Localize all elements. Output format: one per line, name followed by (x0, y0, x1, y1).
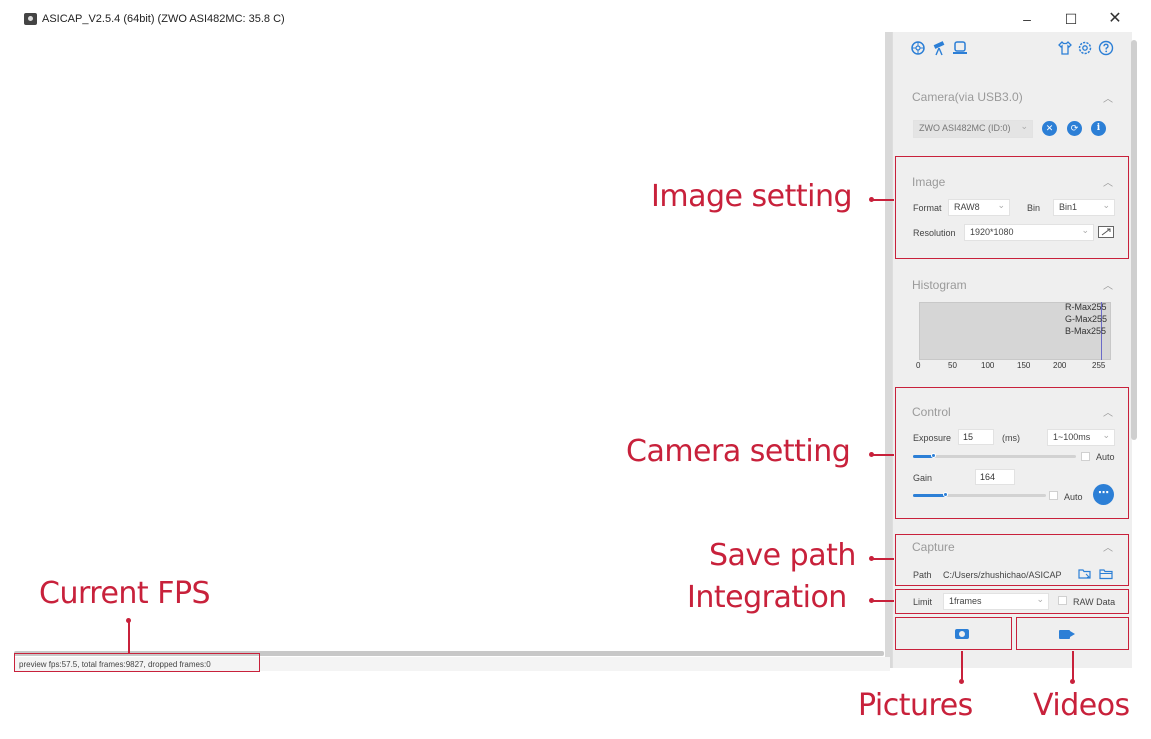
pictures-callout: Pictures (858, 688, 973, 723)
camera-setting-callout: Camera setting (626, 434, 851, 469)
title-bar: ASICAP_V2.5.4 (64bit) (ZWO ASI482MC: 35.… (0, 0, 1151, 36)
monitor-icon[interactable] (952, 40, 968, 56)
integration-highlight (895, 589, 1129, 614)
videos-highlight (1016, 617, 1129, 650)
callout-line (872, 558, 894, 560)
callout-line (128, 621, 130, 653)
callout-line (1072, 651, 1074, 681)
camera-setting-highlight (895, 387, 1129, 519)
histogram-legend-r: R-Max255 (1065, 302, 1107, 312)
app-icon (24, 13, 37, 25)
camera-device-select[interactable]: ZWO ASI482MC (ID:0) (913, 119, 1033, 138)
histogram-tick: 255 (1092, 361, 1106, 370)
integration-callout: Integration (687, 580, 847, 615)
panel-splitter[interactable] (885, 32, 892, 668)
pictures-highlight (895, 617, 1012, 650)
callout-line (872, 199, 894, 201)
image-setting-highlight (895, 156, 1129, 259)
help-icon[interactable] (1098, 40, 1114, 56)
minimize-button[interactable]: – (1013, 8, 1041, 30)
camera-section-title: Camera(via USB3.0) (912, 90, 1023, 104)
gear-icon[interactable] (1077, 40, 1093, 56)
callout-dot (959, 679, 964, 684)
videos-callout: Videos (1033, 688, 1130, 723)
shirt-icon[interactable] (1057, 40, 1073, 56)
histogram-tick: 0 (916, 361, 921, 370)
chevron-up-icon[interactable]: ︿ (1103, 90, 1113, 105)
image-setting-callout: Image setting (651, 179, 853, 214)
histogram-section-title: Histogram (912, 278, 967, 292)
fps-highlight (14, 653, 260, 672)
close-button[interactable]: ✕ (1101, 8, 1129, 30)
histogram-legend-b: B-Max255 (1065, 326, 1107, 336)
histogram-tick: 150 (1017, 361, 1031, 370)
window-title: ASICAP_V2.5.4 (64bit) (ZWO ASI482MC: 35.… (42, 13, 285, 25)
save-path-highlight (895, 534, 1129, 586)
panel-scrollbar[interactable] (1131, 40, 1137, 440)
histogram-tick: 50 (948, 361, 957, 370)
save-path-callout: Save path (709, 538, 856, 573)
refresh-icon[interactable]: ⟳ (1067, 121, 1082, 136)
camera-section: Camera(via USB3.0) ︿ (897, 84, 1127, 148)
disconnect-icon[interactable]: ✕ (1042, 121, 1057, 136)
callout-line (872, 454, 894, 456)
callout-line (872, 600, 894, 602)
callout-line (961, 651, 963, 681)
chevron-up-icon[interactable]: ︿ (1103, 277, 1113, 292)
histogram-legend-g: G-Max255 (1065, 314, 1108, 324)
info-icon[interactable]: i (1091, 121, 1106, 136)
telescope-icon[interactable] (931, 40, 947, 56)
callout-dot (1070, 679, 1075, 684)
histogram-tick: 200 (1053, 361, 1067, 370)
current-fps-callout: Current FPS (39, 576, 211, 611)
aperture-icon[interactable] (910, 40, 926, 56)
histogram-tick: 100 (981, 361, 995, 370)
maximize-button[interactable]: ☐ (1057, 8, 1085, 30)
